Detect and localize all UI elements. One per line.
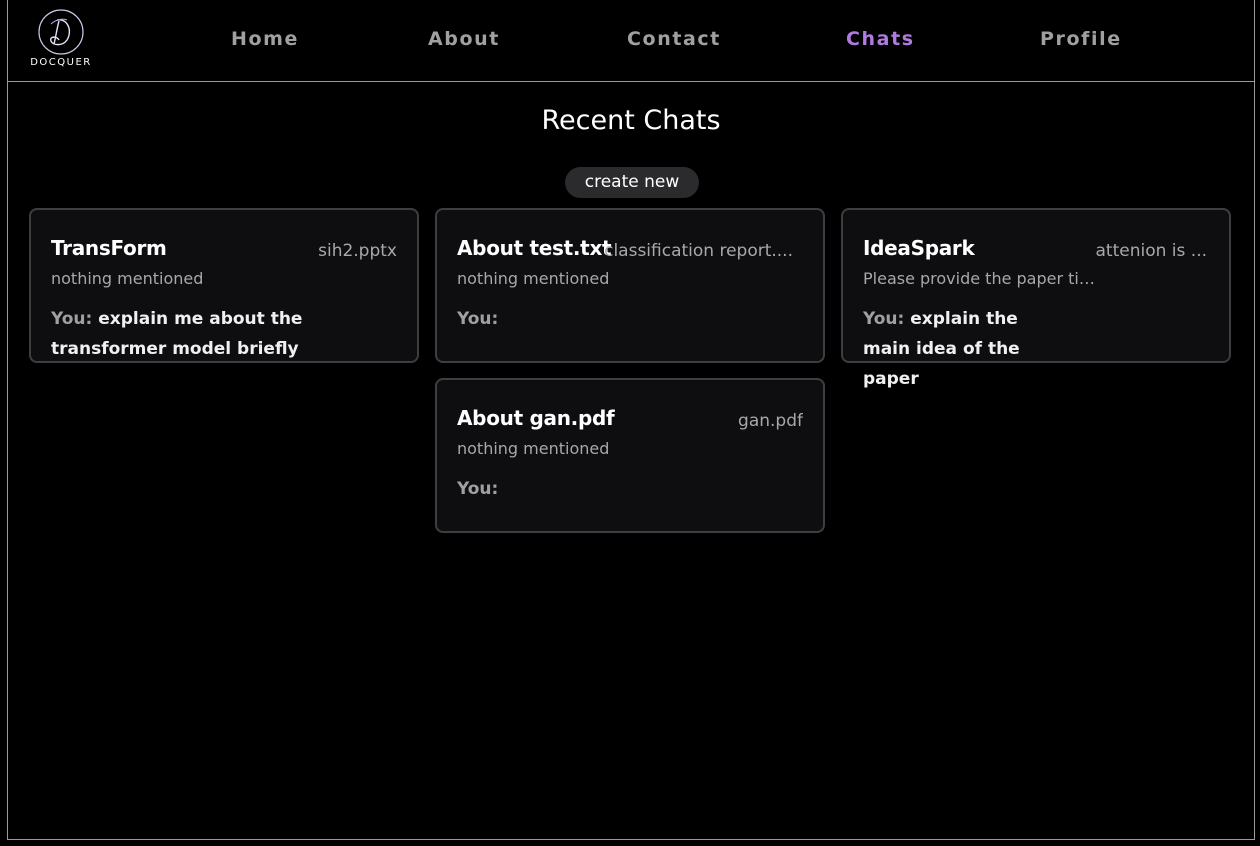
chat-file: attenion is ... xyxy=(1095,241,1207,261)
chat-card[interactable]: TransForm sih2.pptx nothing mentioned Yo… xyxy=(29,208,419,363)
chat-card[interactable]: About test.txt classification report....… xyxy=(435,208,825,363)
page-title: Recent Chats xyxy=(541,105,721,136)
chat-last-message: You: xyxy=(457,474,717,504)
chat-card[interactable]: About gan.pdf gan.pdf nothing mentioned … xyxy=(435,378,825,533)
chat-title: TransForm xyxy=(51,236,167,260)
brand-logo[interactable]: DOCQUER xyxy=(26,8,96,72)
brand-name: DOCQUER xyxy=(30,57,92,68)
create-new-button[interactable]: create new xyxy=(565,167,699,198)
nav-chats[interactable]: Chats xyxy=(846,28,915,50)
app-frame: DOCQUER Home About Contact Chats Profile… xyxy=(7,0,1255,840)
chat-title: About gan.pdf xyxy=(457,406,615,430)
you-label: You: xyxy=(457,479,499,499)
navbar: DOCQUER Home About Contact Chats Profile xyxy=(8,0,1254,82)
chat-description: Please provide the paper titl... xyxy=(863,269,1101,288)
chat-file: sih2.pptx xyxy=(318,241,397,261)
chat-last-message: You: explain the main idea of the paper xyxy=(863,304,1063,394)
you-label: You: xyxy=(863,309,905,329)
chat-card[interactable]: IdeaSpark attenion is ... Please provide… xyxy=(841,208,1231,389)
chat-description: nothing mentioned xyxy=(51,269,204,288)
nav-home[interactable]: Home xyxy=(231,28,299,50)
chat-last-message: You: xyxy=(457,304,717,334)
you-label: You: xyxy=(457,309,499,329)
chat-title: About test.txt xyxy=(457,236,612,260)
nav-about[interactable]: About xyxy=(428,28,500,50)
chat-description: nothing mentioned xyxy=(457,269,610,288)
script-d-logo-icon xyxy=(38,9,84,55)
chat-description: nothing mentioned xyxy=(457,439,610,458)
chat-file: gan.pdf xyxy=(738,411,803,431)
you-label: You: xyxy=(51,309,93,329)
chat-last-message: You: explain me about the transformer mo… xyxy=(51,304,311,364)
chat-file: classification report.... xyxy=(604,241,793,261)
nav-contact[interactable]: Contact xyxy=(627,28,721,50)
chat-title: IdeaSpark xyxy=(863,236,975,260)
nav-profile[interactable]: Profile xyxy=(1040,28,1122,50)
